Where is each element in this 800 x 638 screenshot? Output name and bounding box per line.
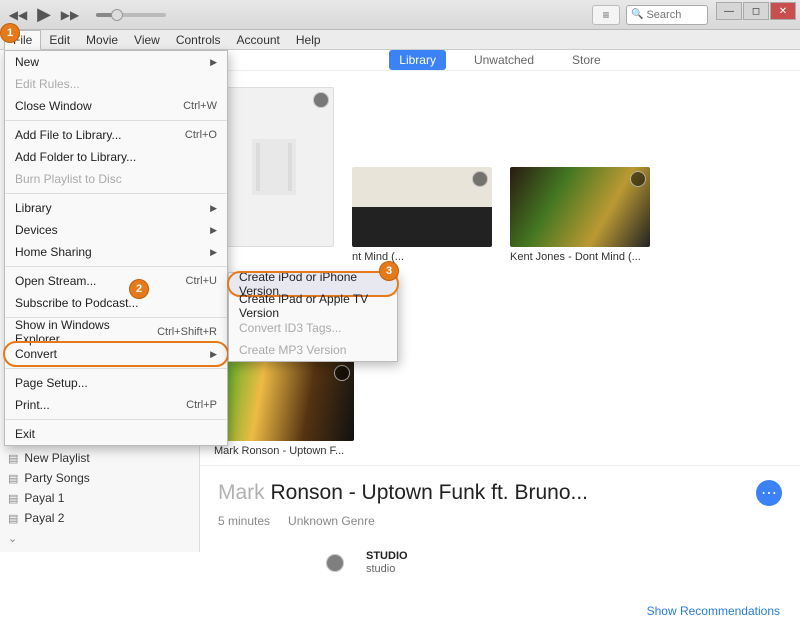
menu-item-edit-rules: Edit Rules...	[5, 73, 227, 95]
playlist-label: New Playlist	[24, 451, 89, 465]
filter-tabs: Library Unwatched Store	[200, 50, 800, 71]
submenu-arrow-icon: ▶	[210, 203, 217, 214]
menu-separator	[5, 193, 227, 194]
playlist-item[interactable]: ▤ Payal 2	[0, 508, 199, 528]
tab-store[interactable]: Store	[562, 50, 611, 70]
menu-edit[interactable]: Edit	[41, 30, 78, 49]
menu-item-add-file[interactable]: Add File to Library...Ctrl+O	[5, 124, 227, 146]
minimize-button[interactable]: —	[716, 2, 742, 20]
detail-genre: Unknown Genre	[288, 514, 375, 528]
menu-item-open-stream[interactable]: Open Stream...Ctrl+U	[5, 270, 227, 292]
menu-separator	[5, 266, 227, 267]
detail-title: Mark Ronson - Uptown Funk ft. Bruno...	[218, 481, 588, 505]
menu-item-exit[interactable]: Exit	[5, 423, 227, 445]
submenu-arrow-icon: ▶	[210, 349, 217, 360]
thumb-art	[352, 167, 492, 247]
menu-item-subscribe-podcast[interactable]: Subscribe to Podcast...	[5, 292, 227, 314]
detail-studio-val: studio	[366, 563, 408, 575]
menu-item-burn: Burn Playlist to Disc	[5, 168, 227, 190]
playlist-label: Payal 1	[24, 491, 64, 505]
video-grid: nt Mind (... Kent Jones - Dont Mind (...…	[200, 71, 800, 465]
playlist-more[interactable]: ⌄	[0, 528, 199, 548]
menu-item-home-sharing[interactable]: Home Sharing▶	[5, 241, 227, 263]
maximize-button[interactable]: ◻	[743, 2, 769, 20]
thumb-label: Kent Jones - Dont Mind (...	[510, 251, 650, 263]
search-input[interactable]	[646, 9, 703, 21]
search-icon: 🔍	[631, 9, 643, 20]
chevron-down-icon: ⌄	[8, 532, 17, 545]
menu-separator	[5, 120, 227, 121]
detail-art[interactable]	[218, 550, 348, 624]
playlist-icon: ▤	[8, 452, 18, 465]
playlist-item[interactable]: ▤ Party Songs	[0, 468, 199, 488]
menu-item-show-explorer[interactable]: Show in Windows ExplorerCtrl+Shift+R	[5, 321, 227, 343]
playlist-label: Payal 2	[24, 511, 64, 525]
menu-help[interactable]: Help	[288, 30, 329, 49]
detail-meta: STUDIO studio	[366, 550, 408, 575]
thumb-label: Mark Ronson - Uptown F...	[214, 445, 354, 457]
playback-controls: ◀◀ ▶ ▶▶	[0, 6, 166, 24]
annotation-marker-2: 2	[130, 280, 148, 298]
menu-item-create-ipad[interactable]: Create iPad or Apple TV Version	[229, 295, 397, 317]
window-controls: — ◻ ✕	[716, 2, 796, 20]
more-options-button[interactable]: ⋯	[756, 480, 782, 506]
menu-separator	[5, 419, 227, 420]
menu-movie[interactable]: Movie	[78, 30, 126, 49]
menu-item-print[interactable]: Print...Ctrl+P	[5, 394, 227, 416]
convert-submenu: Create iPod or iPhone Version Create iPa…	[228, 272, 398, 362]
titlebar: ◀◀ ▶ ▶▶ ≡ 🔍 — ◻ ✕	[0, 0, 800, 30]
tab-library[interactable]: Library	[389, 50, 446, 70]
play-button[interactable]: ▶	[34, 6, 54, 24]
volume-slider[interactable]	[96, 13, 166, 17]
playlist-label: Party Songs	[24, 471, 89, 485]
video-thumb-placeholder[interactable]	[214, 87, 334, 263]
menu-item-add-folder[interactable]: Add Folder to Library...	[5, 146, 227, 168]
menu-bar: File Edit Movie View Controls Account He…	[0, 30, 800, 50]
playlist-icon: ▤	[8, 512, 18, 525]
menu-view[interactable]: View	[126, 30, 168, 49]
submenu-arrow-icon: ▶	[210, 57, 217, 68]
prev-button[interactable]: ◀◀	[8, 6, 28, 24]
close-button[interactable]: ✕	[770, 2, 796, 20]
video-thumb[interactable]: nt Mind (...	[352, 167, 492, 263]
menu-item-close-window[interactable]: Close WindowCtrl+W	[5, 95, 227, 117]
thumb-art	[214, 361, 354, 441]
playlist-item[interactable]: ▤ Payal 1	[0, 488, 199, 508]
menu-separator	[5, 368, 227, 369]
menu-account[interactable]: Account	[229, 30, 288, 49]
menu-item-library[interactable]: Library▶	[5, 197, 227, 219]
menu-item-page-setup[interactable]: Page Setup...	[5, 372, 227, 394]
annotation-marker-3: 3	[380, 262, 398, 280]
menu-item-create-mp3: Create MP3 Version	[229, 339, 397, 361]
video-thumb[interactable]: Kent Jones - Dont Mind (...	[510, 167, 650, 263]
tab-unwatched[interactable]: Unwatched	[464, 50, 544, 70]
menu-item-convert-id3: Convert ID3 Tags...	[229, 317, 397, 339]
menu-item-convert[interactable]: Convert▶	[5, 343, 227, 365]
detail-sub: 5 minutes Unknown Genre	[218, 514, 782, 528]
submenu-arrow-icon: ▶	[210, 247, 217, 258]
thumb-label: nt Mind (...	[352, 251, 492, 263]
filmstrip-icon	[252, 139, 296, 195]
detail-title-row: Mark Ronson - Uptown Funk ft. Bruno... ⋯	[218, 480, 782, 506]
video-thumb[interactable]: Mark Ronson - Uptown F...	[214, 361, 354, 457]
playlist-item[interactable]: ▤ New Playlist	[0, 448, 199, 468]
submenu-arrow-icon: ▶	[210, 225, 217, 236]
search-field[interactable]: 🔍	[626, 5, 708, 25]
placeholder-art	[214, 87, 334, 247]
menu-controls[interactable]: Controls	[168, 30, 229, 49]
list-view-button[interactable]: ≡	[592, 5, 620, 25]
menu-item-new[interactable]: New▶	[5, 51, 227, 73]
playlist-icon: ▤	[8, 472, 18, 485]
show-recommendations-link[interactable]: Show Recommendations	[647, 604, 780, 618]
file-menu-dropdown: New▶ Edit Rules... Close WindowCtrl+W Ad…	[4, 50, 228, 446]
detail-duration: 5 minutes	[218, 514, 270, 528]
annotation-marker-1: 1	[1, 24, 19, 42]
menu-item-devices[interactable]: Devices▶	[5, 219, 227, 241]
next-button[interactable]: ▶▶	[60, 6, 80, 24]
playlist-icon: ▤	[8, 492, 18, 505]
thumb-art	[510, 167, 650, 247]
